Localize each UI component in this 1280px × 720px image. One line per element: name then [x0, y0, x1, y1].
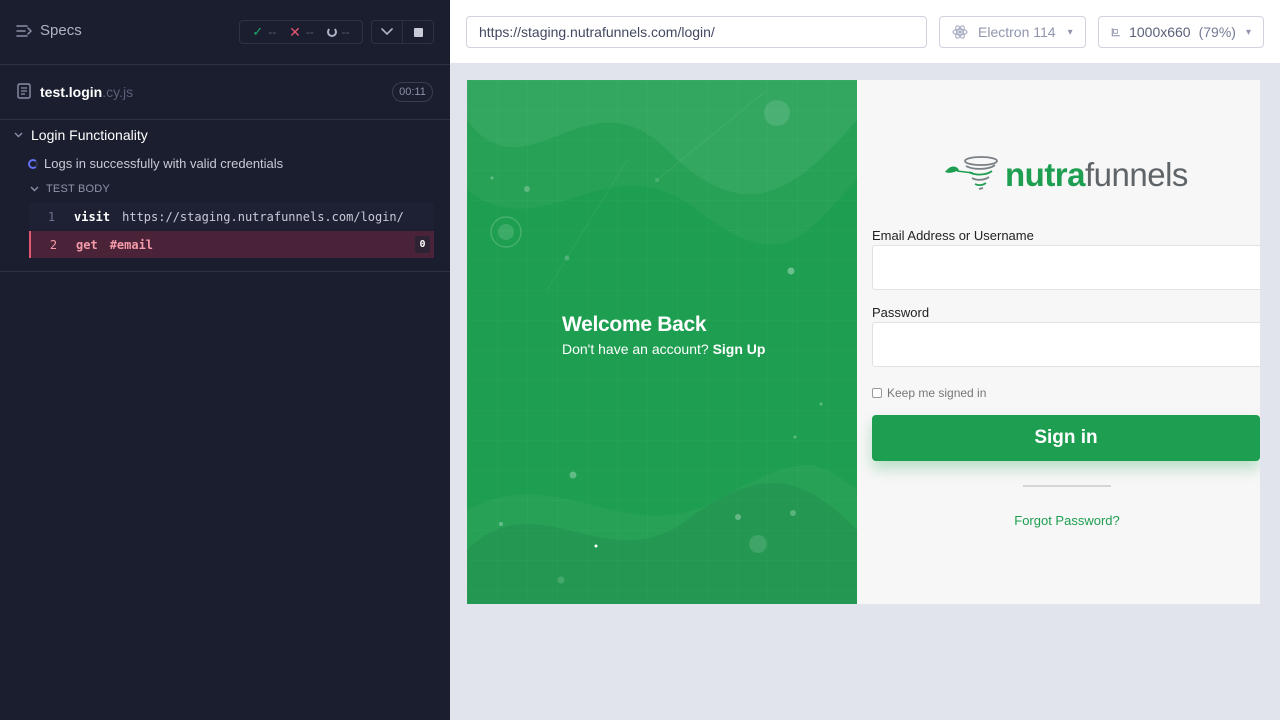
- failed-count: --: [305, 25, 314, 39]
- zoom-level: (79%): [1198, 24, 1236, 40]
- keep-signed-in-label: Keep me signed in: [887, 386, 987, 400]
- browser-selector[interactable]: Electron 114 ▾: [939, 16, 1086, 48]
- command-name: visit: [74, 209, 111, 224]
- test-body-label: TEST BODY: [46, 183, 110, 195]
- chevron-down-icon: [30, 186, 39, 192]
- aut-header: https://staging.nutrafunnels.com/login/ …: [450, 0, 1280, 64]
- spec-file-name: test.login.cy.js: [40, 84, 133, 100]
- signup-link[interactable]: Sign Up: [713, 341, 766, 357]
- command-message: #email: [109, 237, 154, 252]
- stop-icon: [413, 27, 423, 37]
- stop-button[interactable]: [402, 21, 433, 43]
- collapse-button[interactable]: [372, 21, 402, 43]
- command-number: 2: [49, 237, 58, 252]
- running-icon: [28, 158, 38, 169]
- login-form-panel: nutrafunnels Email Address or Username P…: [857, 80, 1260, 604]
- forgot-password-link[interactable]: Forgot Password?: [857, 513, 1260, 528]
- check-icon: ✓: [252, 24, 264, 39]
- command-number: 1: [47, 209, 56, 224]
- chevron-down-icon: ▾: [1067, 26, 1073, 38]
- chevron-down-icon: ▾: [1245, 26, 1251, 38]
- viewport-selector[interactable]: 1000x660 (79%) ▾: [1098, 16, 1264, 48]
- welcome-panel: Welcome Back Don't have an account? Sign…: [467, 80, 857, 604]
- chevron-down-icon: [14, 132, 23, 138]
- spec-duration: 00:11: [392, 82, 433, 102]
- suite-title: Login Functionality: [31, 127, 148, 143]
- command-row-failed[interactable]: 2 get #email 0: [29, 231, 434, 258]
- spec-name-ext: .cy.js: [102, 84, 134, 100]
- pending-stat: --: [326, 25, 350, 39]
- command-name: get: [76, 237, 98, 252]
- url-bar[interactable]: https://staging.nutrafunnels.com/login/: [466, 16, 927, 48]
- logo-text-funnels: funnels: [1085, 155, 1188, 193]
- welcome-title: Welcome Back: [562, 313, 707, 336]
- no-account-text: Don't have an account?: [562, 341, 709, 357]
- suite-title-row[interactable]: Login Functionality: [14, 127, 148, 143]
- command-row[interactable]: 1 visit https://staging.nutrafunnels.com…: [29, 203, 434, 230]
- password-label: Password: [872, 305, 930, 320]
- ruler-icon: [1111, 28, 1120, 37]
- welcome-block: Welcome Back Don't have an account? Sign…: [562, 313, 765, 357]
- chevron-down-icon: [381, 28, 393, 36]
- spec-file-row: test.login.cy.js 00:11: [0, 65, 450, 120]
- run-controls: [371, 20, 434, 44]
- test-title: Logs in successfully with valid credenti…: [44, 156, 284, 171]
- spec-name-base: test.login: [40, 84, 103, 100]
- x-icon: ✕: [289, 23, 301, 40]
- test-body-toggle[interactable]: TEST BODY: [30, 183, 110, 195]
- pending-icon: [326, 27, 337, 37]
- signup-prompt: Don't have an account? Sign Up: [562, 341, 765, 357]
- document-icon: [17, 83, 31, 104]
- reporter-header: Specs ✓ -- ✕ -- --: [0, 0, 450, 65]
- divider: [1023, 485, 1111, 487]
- keep-signed-in-row[interactable]: Keep me signed in: [872, 386, 986, 400]
- failed-stat: ✕ --: [289, 24, 314, 41]
- logo-wordmark: nutrafunnels: [1005, 158, 1188, 191]
- specs-toggle-button[interactable]: Specs: [16, 22, 82, 39]
- electron-icon: [952, 25, 968, 39]
- test-title-row[interactable]: Logs in successfully with valid credenti…: [28, 156, 283, 171]
- sign-in-button[interactable]: Sign in: [872, 415, 1260, 461]
- reporter-panel: Specs ✓ -- ✕ -- -- test.login.cy.js 00:1…: [0, 0, 450, 720]
- command-message: https://staging.nutrafunnels.com/login/: [122, 209, 404, 224]
- email-label: Email Address or Username: [872, 228, 1034, 243]
- element-count-badge: 0: [415, 236, 430, 253]
- app-under-test-frame: Welcome Back Don't have an account? Sign…: [467, 80, 1260, 604]
- specs-list-icon: [16, 24, 32, 38]
- password-field[interactable]: [872, 322, 1260, 367]
- passed-stat: ✓ --: [252, 24, 276, 40]
- pending-count: --: [341, 25, 350, 39]
- test-stats: ✓ -- ✕ -- --: [239, 20, 363, 44]
- viewport-size: 1000x660: [1129, 24, 1191, 40]
- keep-signed-in-checkbox[interactable]: [872, 388, 882, 398]
- suite-block: Login Functionality Logs in successfully…: [0, 120, 450, 272]
- browser-name: Electron 114: [978, 24, 1056, 40]
- email-field[interactable]: [872, 245, 1260, 290]
- nutrafunnels-logo: nutrafunnels: [943, 154, 1188, 194]
- specs-label: Specs: [40, 22, 82, 39]
- logo-text-nutra: nutra: [1005, 155, 1086, 193]
- passed-count: --: [268, 25, 277, 39]
- funnel-logo-icon: [945, 156, 998, 190]
